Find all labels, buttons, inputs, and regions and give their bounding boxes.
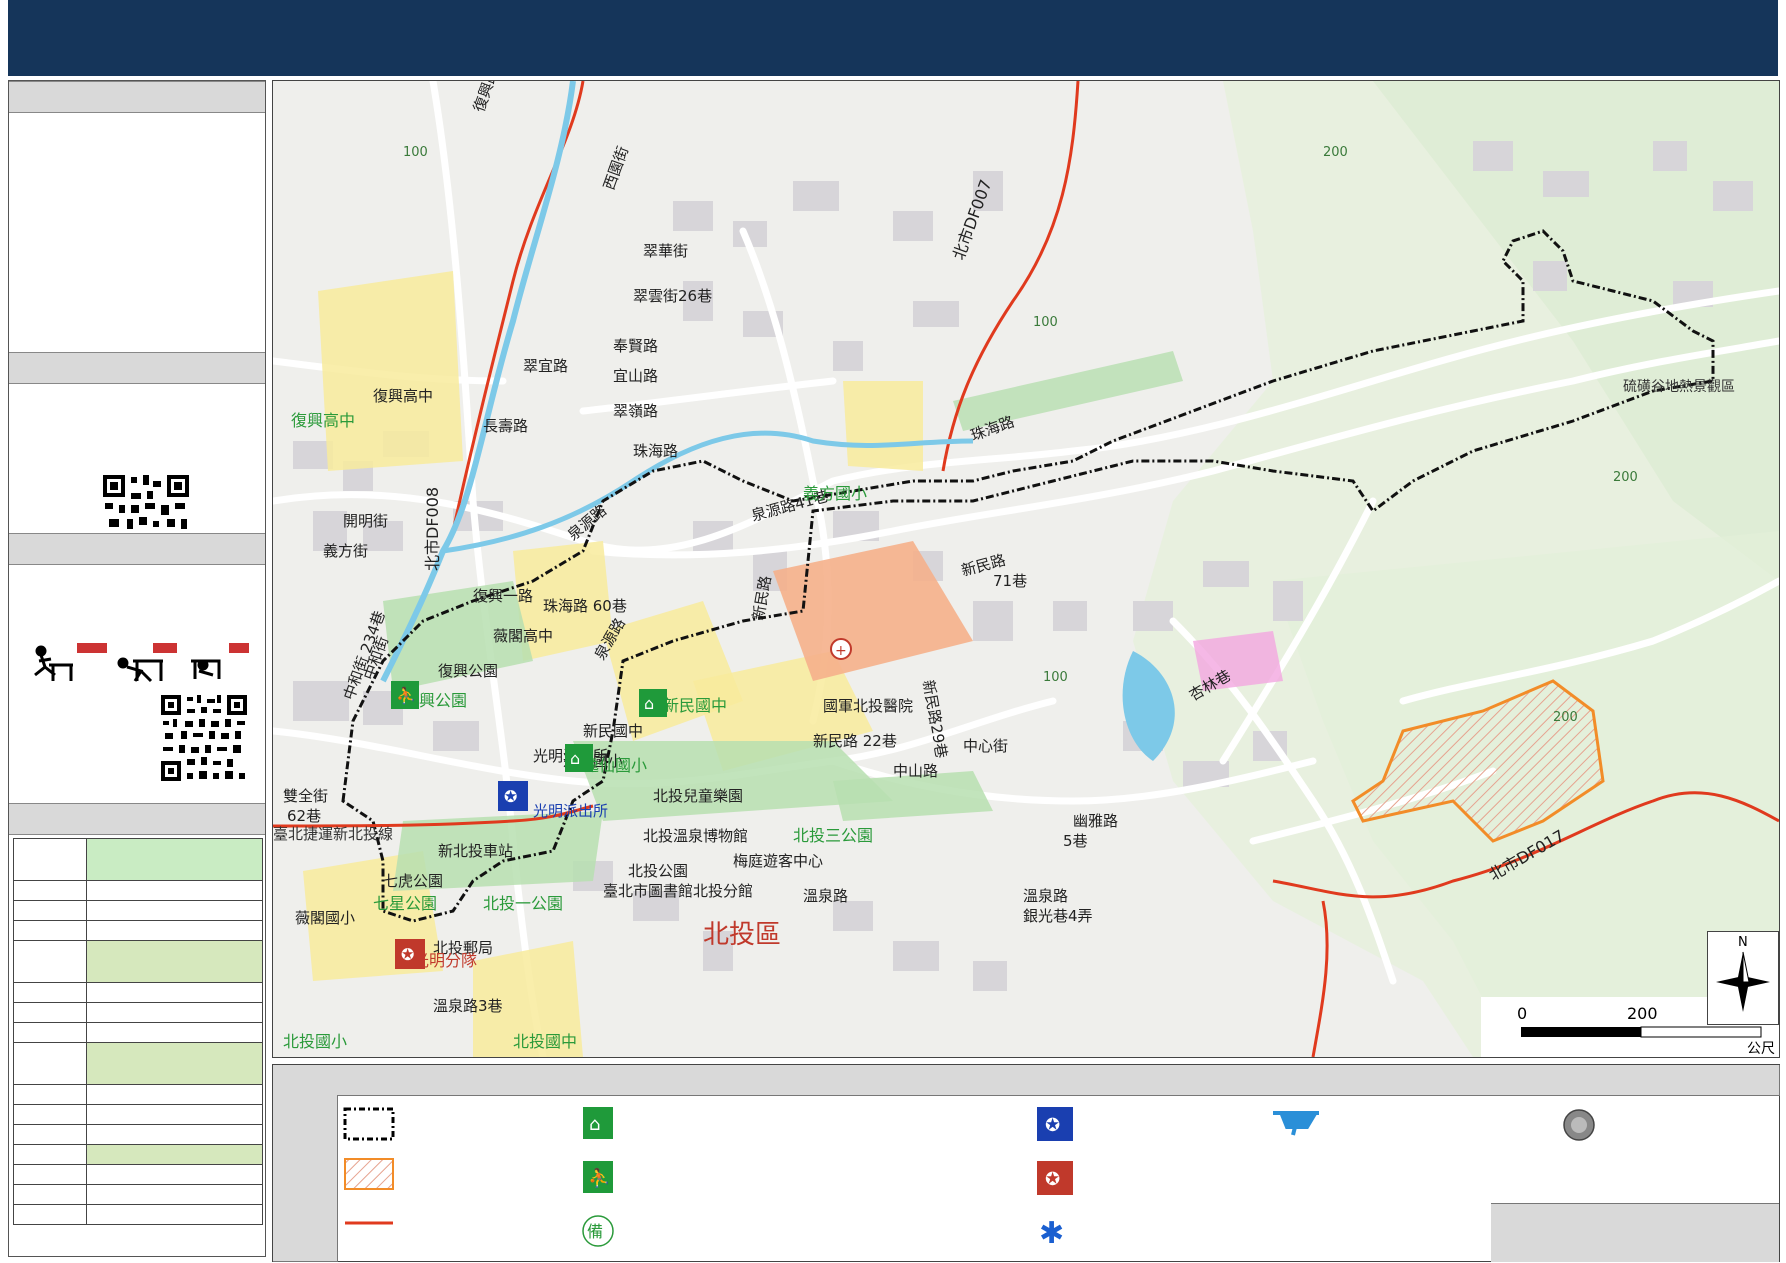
hatched-area-icon [344,1158,394,1190]
svg-text:中心街: 中心街 [963,737,1008,755]
svg-text:+: + [835,643,847,659]
svg-text:溫泉路: 溫泉路 [1023,887,1068,905]
svg-text:國軍北投醫院: 國軍北投醫院 [823,697,913,715]
svg-text:義方街: 義方街 [323,542,368,560]
svg-text:100: 100 [403,145,428,160]
svg-text:翠嶺路: 翠嶺路 [613,402,658,420]
svg-text:✪: ✪ [1045,1169,1060,1190]
svg-text:七虎公園: 七虎公園 [383,872,443,890]
svg-text:復興高中: 復興高中 [373,387,433,405]
svg-text:臺北市圖書館北投分館: 臺北市圖書館北投分館 [603,882,753,900]
helicopter-icon [1273,1111,1319,1136]
school-area-fuxing [318,271,463,471]
svg-text:梅庭遊客中心: 梅庭遊客中心 [733,852,823,870]
svg-text:北投區: 北投區 [703,920,781,950]
svg-text:長壽路: 長壽路 [483,417,528,435]
svg-text:硫磺谷地熱景觀區: 硫磺谷地熱景觀區 [1623,379,1735,395]
qr-code-2 [159,693,249,783]
svg-text:北投一公園: 北投一公園 [483,894,563,913]
svg-text:開明街: 開明街 [343,512,388,530]
svg-text:新民國中: 新民國中 [663,696,727,715]
svg-text:⛹: ⛹ [588,1167,610,1189]
svg-text:臺北捷運新北投線: 臺北捷運新北投線 [273,825,393,843]
svg-text:200: 200 [1613,470,1638,485]
info-section-header [9,81,265,113]
svg-text:溫泉路: 溫泉路 [803,887,848,905]
svg-text:翠雲街26巷: 翠雲街26巷 [633,287,712,305]
svg-text:復興公園: 復興公園 [438,662,498,680]
svg-text:中山路: 中山路 [893,762,938,780]
svg-text:⌂: ⌂ [589,1114,600,1135]
svg-text:珠海路: 珠海路 [633,442,678,460]
svg-text:復興一路: 復興一路 [473,587,533,605]
scale-tick-0: 0 [1517,1004,1527,1023]
svg-text:200: 200 [1553,710,1578,725]
svg-text:光明派出所: 光明派出所 [533,802,608,820]
svg-text:翠宜路: 翠宜路 [523,357,568,375]
svg-text:✪: ✪ [401,945,414,964]
svg-text:七星公園: 七星公園 [373,894,437,913]
svg-text:溫泉路3巷: 溫泉路3巷 [433,997,503,1015]
map-canvas: 復興路101巷 西園街 翠華街 翠雲街26巷 奉賢路 翠宜路 宜山路 翠嶺路 珠… [273,81,1779,1057]
map-view[interactable]: 復興路101巷 西園街 翠華街 翠雲街26巷 奉賢路 翠宜路 宜山路 翠嶺路 珠… [272,80,1780,1058]
svg-text:⌂: ⌂ [570,749,580,768]
svg-text:北投三公園: 北投三公園 [793,826,873,845]
svg-text:薇閣國小: 薇閣國小 [295,909,355,927]
svg-text:✪: ✪ [504,787,517,806]
svg-text:宜山路: 宜山路 [613,367,658,385]
svg-text:5巷: 5巷 [1063,832,1088,850]
left-info-panel [8,80,266,1257]
contact-table [13,838,263,1225]
svg-text:奉賢路: 奉賢路 [613,337,658,355]
svg-text:銀光巷4弄: 銀光巷4弄 [1023,907,1093,925]
svg-text:雙全街: 雙全街 [283,787,328,805]
svg-text:62巷: 62巷 [287,807,321,825]
earthquake-guide-figure [23,641,253,691]
svg-text:北投公園: 北投公園 [628,862,688,880]
quake-section-header [9,533,265,565]
scale-tick-200: 200 [1627,1004,1658,1023]
svg-text:北投國中: 北投國中 [513,1032,577,1051]
svg-text:北市DF008: 北市DF008 [423,487,442,571]
svg-text:✪: ✪ [1045,1115,1060,1136]
svg-text:新北投車站: 新北投車站 [438,842,513,860]
svg-text:⛹: ⛹ [396,686,416,705]
north-label: N [1738,935,1748,950]
svg-text:71巷: 71巷 [993,572,1027,590]
star-of-life-icon: ✱ [1039,1216,1064,1251]
svg-text:北投國小: 北投國小 [283,1032,347,1051]
dashed-boundary-icon [343,1107,395,1141]
svg-text:新民路 22巷: 新民路 22巷 [813,732,897,750]
svg-text:100: 100 [1043,670,1068,685]
scale-unit: 公尺 [1747,1041,1775,1057]
svg-text:北投溫泉博物館: 北投溫泉博物館 [643,827,748,845]
svg-text:復興高中: 復興高中 [291,411,355,430]
svg-text:幽雅路: 幽雅路 [1073,812,1118,830]
svg-text:薇閣高中: 薇閣高中 [493,627,553,645]
qr-section-header [9,352,265,384]
svg-text:翠華街: 翠華街 [643,242,688,260]
svg-text:200: 200 [1323,145,1348,160]
svg-text:⌂: ⌂ [644,694,654,713]
contact-section-header [9,803,265,835]
svg-text:北投兒童樂園: 北投兒童樂園 [653,787,743,805]
title-bar [8,0,1778,76]
svg-text:新民國中: 新民國中 [583,722,643,740]
svg-text:義方國小: 義方國小 [803,484,867,503]
svg-text:備: 備 [587,1222,603,1241]
svg-text:珠海路 60巷: 珠海路 60巷 [543,597,627,615]
legend-panel: ⌂ ⛹ 備 ✪ ✪ ✱ [272,1064,1780,1262]
svg-text:100: 100 [1033,315,1058,330]
north-arrow: N [1707,931,1779,1025]
